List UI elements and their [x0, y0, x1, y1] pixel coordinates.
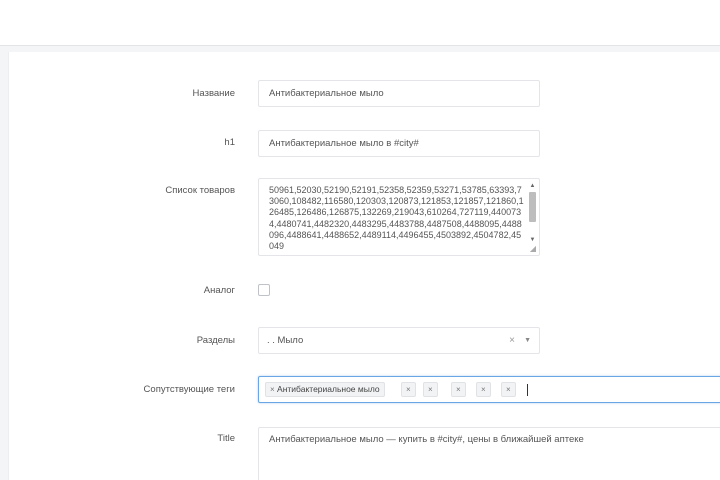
title-label: Title [217, 433, 235, 444]
products-textarea[interactable]: 50961,52030,52190,52191,52358,52359,5327… [258, 178, 540, 256]
title-textarea-text: Антибактериальное мыло — купить в #city#… [269, 434, 584, 445]
tag-chip: × [423, 382, 438, 397]
tag-chip: × [501, 382, 516, 397]
products-textarea-text: 50961,52030,52190,52191,52358,52359,5327… [269, 185, 524, 252]
sections-label: Разделы [196, 335, 235, 346]
h1-input[interactable]: Антибактериальное мыло в #city# [258, 130, 540, 157]
chevron-down-icon[interactable]: ▼ [524, 328, 531, 353]
tags-label: Сопутствующие теги [143, 384, 235, 395]
clear-icon[interactable]: × [509, 328, 515, 353]
analog-label: Аналог [203, 285, 235, 296]
tag-chip: × [451, 382, 466, 397]
sections-select[interactable]: . . Мыло × ▼ [258, 327, 540, 354]
tag-chip: × [401, 382, 416, 397]
title-textarea[interactable]: Антибактериальное мыло — купить в #city#… [258, 427, 720, 480]
products-scrollbar[interactable]: ▲ ▼ [528, 182, 537, 244]
analog-checkbox[interactable] [258, 284, 270, 296]
scroll-thumb[interactable] [529, 192, 536, 222]
tag-chip: × [476, 382, 491, 397]
top-bar [0, 0, 720, 46]
tag-remove-icon[interactable]: × [481, 385, 486, 394]
scroll-up-icon[interactable]: ▲ [528, 182, 537, 190]
products-label: Список товаров [165, 185, 235, 196]
tag-remove-icon[interactable]: × [428, 385, 433, 394]
tag-label: Антибактериальное мыло [277, 384, 380, 394]
name-input[interactable]: Антибактериальное мыло [258, 80, 540, 107]
name-label: Название [192, 88, 235, 99]
tag-remove-icon[interactable]: × [406, 385, 411, 394]
scroll-down-icon[interactable]: ▼ [528, 236, 537, 244]
text-cursor [527, 384, 528, 396]
form-panel [8, 52, 720, 480]
tag-remove-icon[interactable]: × [506, 385, 511, 394]
tag-chip: × Антибактериальное мыло [265, 382, 385, 397]
tag-remove-icon[interactable]: × [456, 385, 461, 394]
sections-select-value: . . Мыло [267, 335, 304, 346]
h1-label: h1 [224, 137, 235, 148]
tag-remove-icon[interactable]: × [270, 385, 275, 394]
resize-grip-icon[interactable]: ◢ [529, 245, 537, 253]
tags-input[interactable]: × Антибактериальное мыло × × × × × [258, 376, 720, 403]
